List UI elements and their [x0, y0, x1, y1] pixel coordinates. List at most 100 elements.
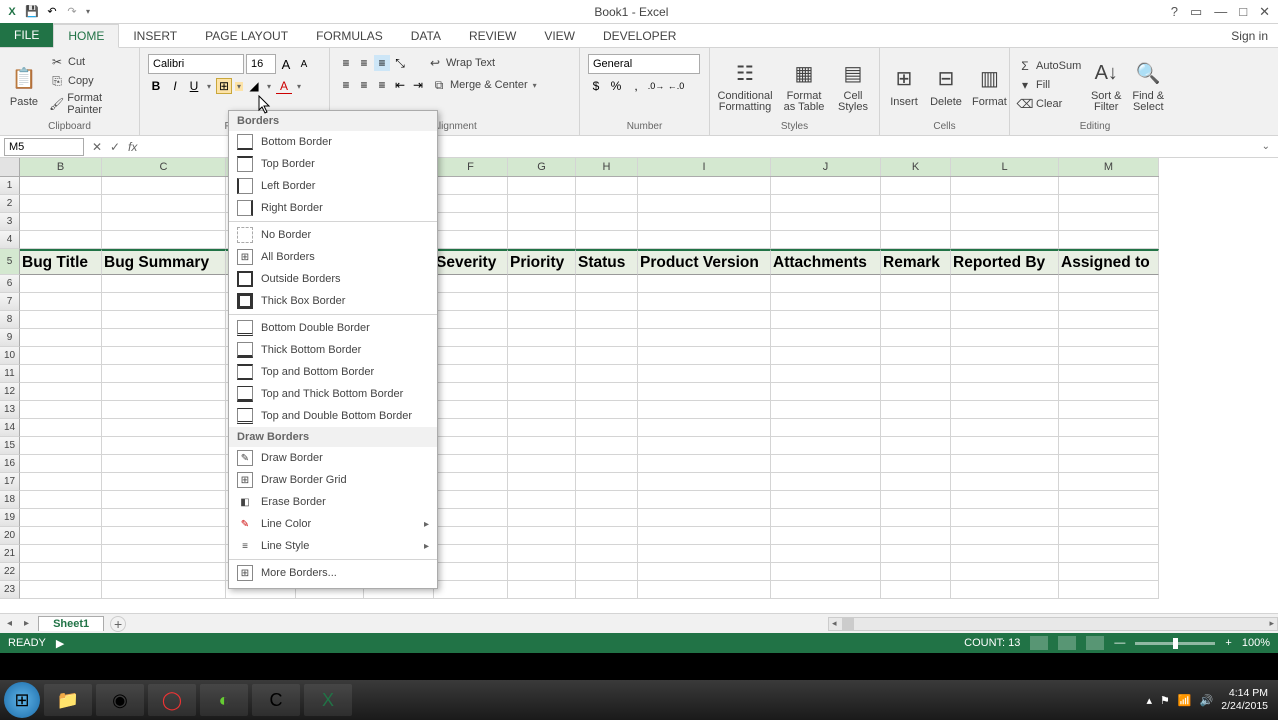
cell-K15[interactable]	[881, 437, 951, 455]
font-color-dropdown-icon[interactable]: ▾	[295, 82, 303, 91]
cell-K22[interactable]	[881, 563, 951, 581]
cell-K11[interactable]	[881, 365, 951, 383]
cell-H16[interactable]	[576, 455, 638, 473]
ribbon-display-icon[interactable]: ▭	[1190, 4, 1202, 20]
cell-L19[interactable]	[951, 509, 1059, 527]
increase-font-icon[interactable]: A	[278, 56, 294, 72]
cell-H8[interactable]	[576, 311, 638, 329]
cell-H20[interactable]	[576, 527, 638, 545]
fx-icon[interactable]: fx	[124, 140, 141, 154]
cell-C16[interactable]	[102, 455, 226, 473]
cell-C13[interactable]	[102, 401, 226, 419]
cell-I15[interactable]	[638, 437, 771, 455]
right-border-item[interactable]: Right Border	[229, 197, 437, 219]
cell-C4[interactable]	[102, 231, 226, 249]
cell-H22[interactable]	[576, 563, 638, 581]
column-header-F[interactable]: F	[434, 158, 508, 176]
row-header-2[interactable]: 2	[0, 195, 20, 213]
cell-M10[interactable]	[1059, 347, 1159, 365]
cell-F12[interactable]	[434, 383, 508, 401]
column-header-I[interactable]: I	[638, 158, 771, 176]
cell-J21[interactable]	[771, 545, 881, 563]
cancel-formula-icon[interactable]: ✕	[88, 140, 106, 154]
cell-J14[interactable]	[771, 419, 881, 437]
cell-L16[interactable]	[951, 455, 1059, 473]
cell-F6[interactable]	[434, 275, 508, 293]
cell-B20[interactable]	[20, 527, 102, 545]
zoom-in-icon[interactable]: +	[1225, 637, 1231, 649]
cell-G8[interactable]	[508, 311, 576, 329]
cell-G23[interactable]	[508, 581, 576, 599]
draw-border-grid-item[interactable]: ⊞Draw Border Grid	[229, 469, 437, 491]
find-select-button[interactable]: 🔍Find & Select	[1128, 55, 1168, 115]
cell-B19[interactable]	[20, 509, 102, 527]
underline-button[interactable]: U	[186, 78, 202, 94]
cell-G22[interactable]	[508, 563, 576, 581]
row-header-11[interactable]: 11	[0, 365, 20, 383]
cell-H6[interactable]	[576, 275, 638, 293]
sort-filter-button[interactable]: A↓Sort & Filter	[1086, 55, 1126, 115]
cell-I14[interactable]	[638, 419, 771, 437]
tab-review[interactable]: REVIEW	[455, 25, 530, 47]
cell-K8[interactable]	[881, 311, 951, 329]
align-bottom-icon[interactable]: ≡	[374, 55, 390, 71]
decrease-indent-icon[interactable]: ⇤	[392, 77, 408, 93]
column-header-B[interactable]: B	[20, 158, 102, 176]
italic-button[interactable]: I	[167, 78, 183, 94]
cell-G20[interactable]	[508, 527, 576, 545]
cell-B5[interactable]: Bug Title	[20, 249, 102, 275]
cell-B11[interactable]	[20, 365, 102, 383]
thick-bottom-border-item[interactable]: Thick Bottom Border	[229, 339, 437, 361]
fill-button[interactable]: ▾Fill	[1014, 76, 1084, 94]
cell-B14[interactable]	[20, 419, 102, 437]
delete-cells-button[interactable]: ⊟Delete	[926, 60, 966, 110]
zoom-level[interactable]: 100%	[1242, 637, 1270, 649]
cell-B2[interactable]	[20, 195, 102, 213]
cell-F20[interactable]	[434, 527, 508, 545]
cell-F11[interactable]	[434, 365, 508, 383]
cell-H5[interactable]: Status	[576, 249, 638, 275]
row-header-4[interactable]: 4	[0, 231, 20, 249]
cell-B22[interactable]	[20, 563, 102, 581]
sheet-tab-sheet1[interactable]: Sheet1	[38, 616, 104, 631]
cell-M9[interactable]	[1059, 329, 1159, 347]
cell-G4[interactable]	[508, 231, 576, 249]
line-color-item[interactable]: ✎Line Color▸	[229, 513, 437, 535]
cell-I6[interactable]	[638, 275, 771, 293]
tab-home[interactable]: HOME	[53, 24, 119, 48]
cell-B17[interactable]	[20, 473, 102, 491]
tab-file[interactable]: FILE	[0, 23, 53, 47]
column-header-M[interactable]: M	[1059, 158, 1159, 176]
number-format-combo[interactable]	[588, 54, 700, 74]
cell-H10[interactable]	[576, 347, 638, 365]
cell-F18[interactable]	[434, 491, 508, 509]
cell-F21[interactable]	[434, 545, 508, 563]
cell-I9[interactable]	[638, 329, 771, 347]
top-border-item[interactable]: Top Border	[229, 153, 437, 175]
cell-B6[interactable]	[20, 275, 102, 293]
cell-L3[interactable]	[951, 213, 1059, 231]
align-left-icon[interactable]: ≡	[338, 77, 354, 93]
cell-B18[interactable]	[20, 491, 102, 509]
cell-B23[interactable]	[20, 581, 102, 599]
cell-H19[interactable]	[576, 509, 638, 527]
cell-F2[interactable]	[434, 195, 508, 213]
row-header-23[interactable]: 23	[0, 581, 20, 599]
cell-C21[interactable]	[102, 545, 226, 563]
close-icon[interactable]: ✕	[1259, 4, 1270, 20]
cell-H2[interactable]	[576, 195, 638, 213]
cell-M12[interactable]	[1059, 383, 1159, 401]
cell-J1[interactable]	[771, 177, 881, 195]
wrap-text-button[interactable]: ↩Wrap Text	[424, 54, 498, 72]
cell-M13[interactable]	[1059, 401, 1159, 419]
cell-F3[interactable]	[434, 213, 508, 231]
zoom-out-icon[interactable]: —	[1114, 637, 1125, 649]
cell-I11[interactable]	[638, 365, 771, 383]
macro-record-icon[interactable]: ▶	[56, 637, 64, 650]
cell-F1[interactable]	[434, 177, 508, 195]
cell-K1[interactable]	[881, 177, 951, 195]
column-header-L[interactable]: L	[951, 158, 1059, 176]
minimize-icon[interactable]: —	[1214, 4, 1227, 20]
cell-F4[interactable]	[434, 231, 508, 249]
cell-M4[interactable]	[1059, 231, 1159, 249]
